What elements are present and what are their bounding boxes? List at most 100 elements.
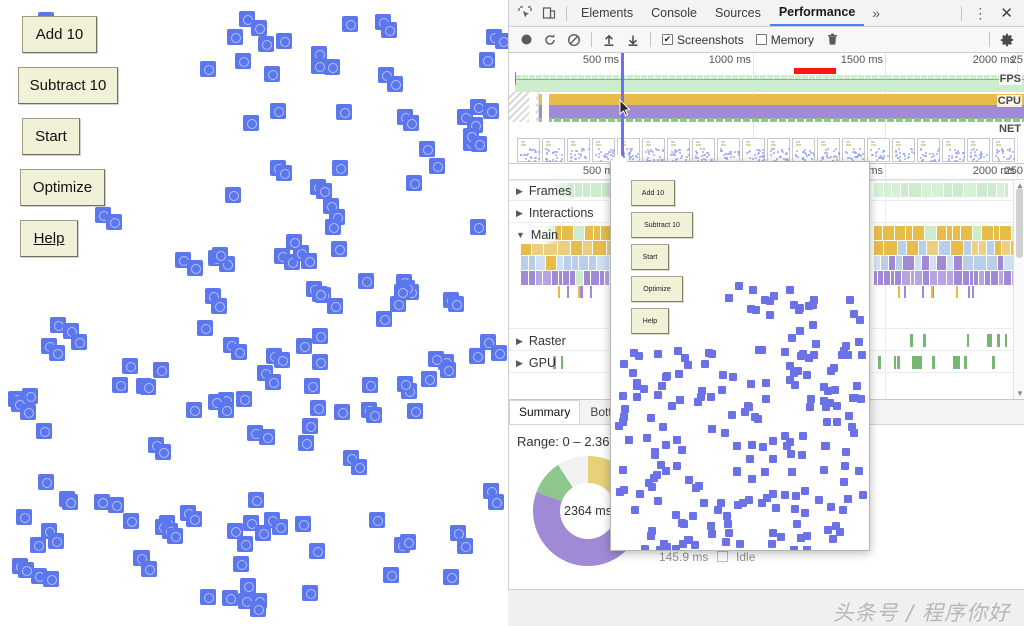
flamechart-bar[interactable] [925,226,936,240]
flamechart-bar[interactable] [583,241,592,255]
flamechart-bar[interactable] [913,226,924,240]
filmstrip-thumbnail[interactable] [842,138,865,162]
flamechart-bar[interactable] [529,256,535,270]
filmstrip-thumbnail[interactable] [892,138,915,162]
flamechart-bar[interactable] [954,256,962,270]
flamechart-bar[interactable] [600,271,604,285]
flamechart-bar[interactable] [988,183,996,197]
trash-icon[interactable] [820,29,844,51]
flamechart-bar[interactable] [967,334,969,347]
flamechart-bar[interactable] [961,226,972,240]
flamechart-bar[interactable] [930,271,937,285]
flamechart-bar[interactable] [594,226,600,240]
screenshots-checkbox[interactable]: ✔ Screenshots [656,33,750,47]
flamechart-bar[interactable] [605,271,609,285]
flamechart-bar[interactable] [878,271,883,285]
tab-elements[interactable]: Elements [572,0,642,26]
flamechart-bar[interactable] [947,256,953,270]
track-raster[interactable]: ▶ Raster [509,332,566,350]
flamechart-bar[interactable] [992,356,995,369]
flamechart-bar[interactable] [932,356,935,369]
flamechart-bar[interactable] [923,271,929,285]
flamechart-bar[interactable] [974,271,978,285]
flamechart-bar[interactable] [963,256,973,270]
flamechart-bar[interactable] [909,183,921,197]
flamechart-bar[interactable] [579,256,588,270]
flamechart-bar[interactable] [898,241,906,255]
flamechart-bar[interactable] [973,226,981,240]
flamechart-bar[interactable] [561,356,563,369]
flamechart-bar[interactable] [927,241,938,255]
flamechart-bar[interactable] [1004,256,1013,270]
flamechart-bar[interactable] [987,256,997,270]
flamechart-bar[interactable] [895,226,905,240]
flamechart-bar[interactable] [963,271,969,285]
flamechart-bar[interactable] [571,241,582,255]
flamechart-bar[interactable] [964,241,971,255]
flamechart-bar[interactable] [884,271,890,285]
flamechart-bar[interactable] [591,183,601,197]
flamechart-bar[interactable] [939,241,950,255]
flamechart-bar[interactable] [947,226,952,240]
filmstrip-preview-popup[interactable]: Add 10 Subtract 10 Start Optimize Help [610,161,870,551]
flamechart-bar[interactable] [575,183,582,197]
track-interactions[interactable]: ▶ Interactions [509,204,594,222]
flamechart-bar[interactable] [557,256,563,270]
track-main[interactable]: ▼ Main [509,226,559,244]
flamechart-bar[interactable] [585,226,593,240]
flamechart-bar[interactable] [970,271,973,285]
flamechart-bar[interactable] [883,226,894,240]
flamechart-bar[interactable] [985,271,990,285]
flamechart-bar[interactable] [947,271,953,285]
flamechart-bar[interactable] [874,271,877,285]
filmstrip-thumbnail[interactable] [667,138,690,162]
flamechart-bar[interactable] [597,256,609,270]
flamechart-bar[interactable] [874,241,883,255]
flamechart-bar[interactable] [891,271,894,285]
flamechart-bar[interactable] [911,271,914,285]
flamechart-bar[interactable] [1005,183,1008,197]
flamechart-bar[interactable] [904,286,906,298]
flamechart-bar[interactable] [912,356,914,369]
flamechart-bar[interactable] [562,226,573,240]
flamechart-bar[interactable] [910,334,913,347]
flamechart-bar[interactable] [901,183,908,197]
flamechart-bar[interactable] [589,256,596,270]
flamechart-bar[interactable] [979,241,986,255]
flamechart-bar[interactable] [543,271,551,285]
flamechart-bar[interactable] [906,226,912,240]
flamechart-bar[interactable] [922,286,924,298]
flamechart-bar[interactable] [954,271,962,285]
clear-icon[interactable] [562,29,586,51]
flamechart-bar[interactable] [915,271,922,285]
flamechart-bar[interactable] [581,286,583,298]
track-frames[interactable]: ▶ Frames [509,182,572,200]
flamechart-bar[interactable] [930,256,936,270]
flamechart-bar[interactable] [576,271,583,285]
flamechart-bar[interactable] [953,183,963,197]
scroll-down-icon[interactable]: ▼ [1016,389,1024,398]
flamechart-bar[interactable] [999,271,1003,285]
flamechart-bar[interactable] [536,256,545,270]
flamechart-bar[interactable] [998,256,1003,270]
flamechart-bar[interactable] [997,183,1004,197]
flamechart-bar[interactable] [894,356,896,369]
flamechart-bar[interactable] [951,241,963,255]
flamechart-bar[interactable] [874,256,880,270]
flamechart-bar[interactable] [884,241,897,255]
flamechart-bar[interactable] [874,183,883,197]
flamechart-bar[interactable] [578,286,580,298]
flamechart-bar[interactable] [956,286,958,298]
flamechart-bar[interactable] [897,356,900,369]
flamechart-bar[interactable] [564,256,571,270]
flamechart-bar[interactable] [521,271,528,285]
add-10-button[interactable]: Add 10 [22,16,97,53]
track-gpu[interactable]: ▶ GPU [509,354,557,372]
close-icon[interactable]: ✕ [993,4,1020,22]
filmstrip-thumbnail[interactable] [742,138,765,162]
flamechart-bar[interactable] [932,183,943,197]
filmstrip-thumbnail[interactable] [942,138,965,162]
flamechart-bar[interactable] [922,183,931,197]
flamechart-bar[interactable] [924,334,926,347]
tab-performance[interactable]: Performance [769,0,865,26]
